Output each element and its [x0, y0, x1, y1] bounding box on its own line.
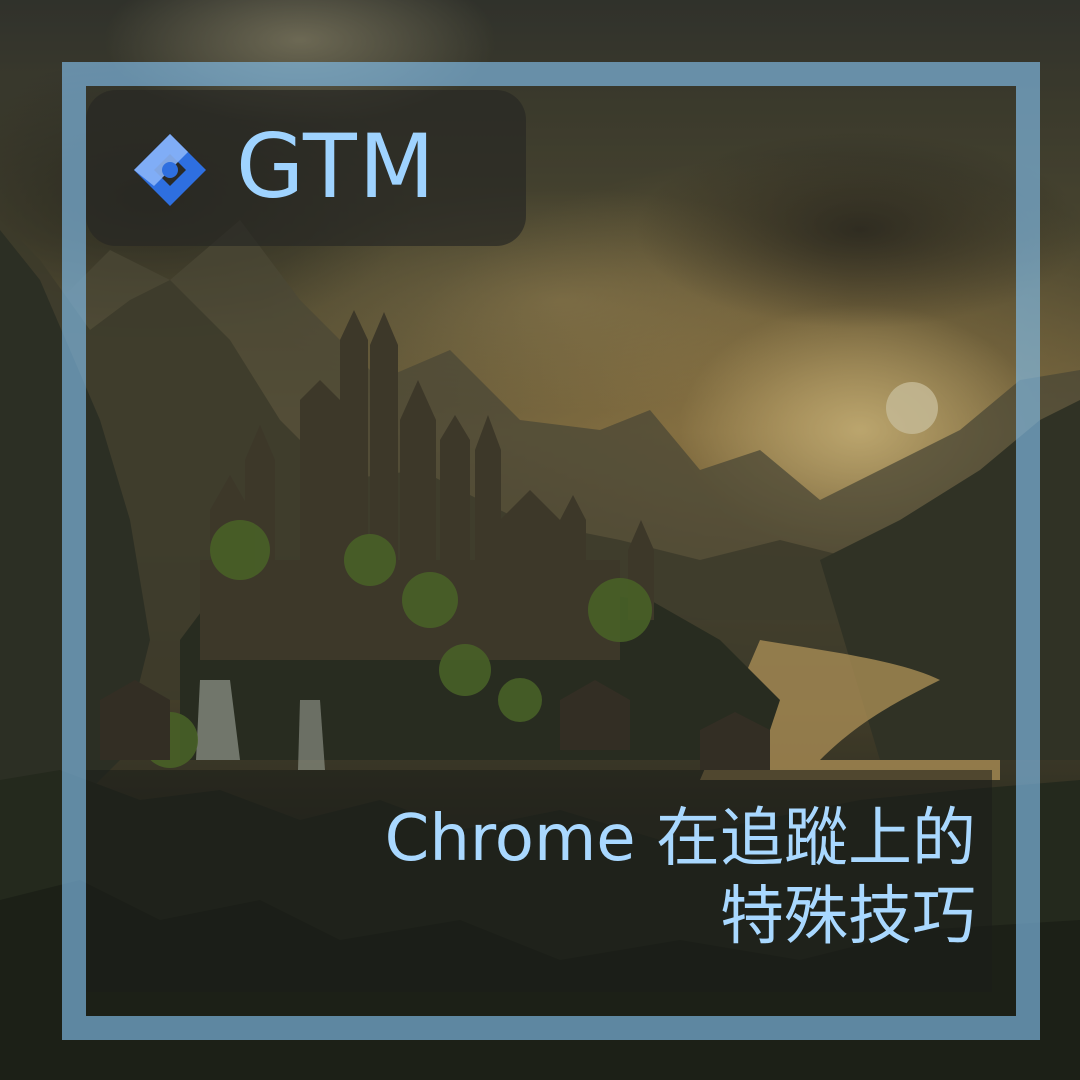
caption-line-1: Chrome 在追蹤上的: [384, 802, 976, 876]
badge-title: GTM: [236, 115, 437, 218]
caption-title: Chrome 在追蹤上的 特殊技巧: [385, 800, 976, 956]
cover-image: GTM Chrome 在追蹤上的 特殊技巧: [0, 0, 1080, 1080]
caption-line-2: 特殊技巧: [720, 880, 976, 954]
gtm-diamond-icon: [134, 134, 206, 206]
